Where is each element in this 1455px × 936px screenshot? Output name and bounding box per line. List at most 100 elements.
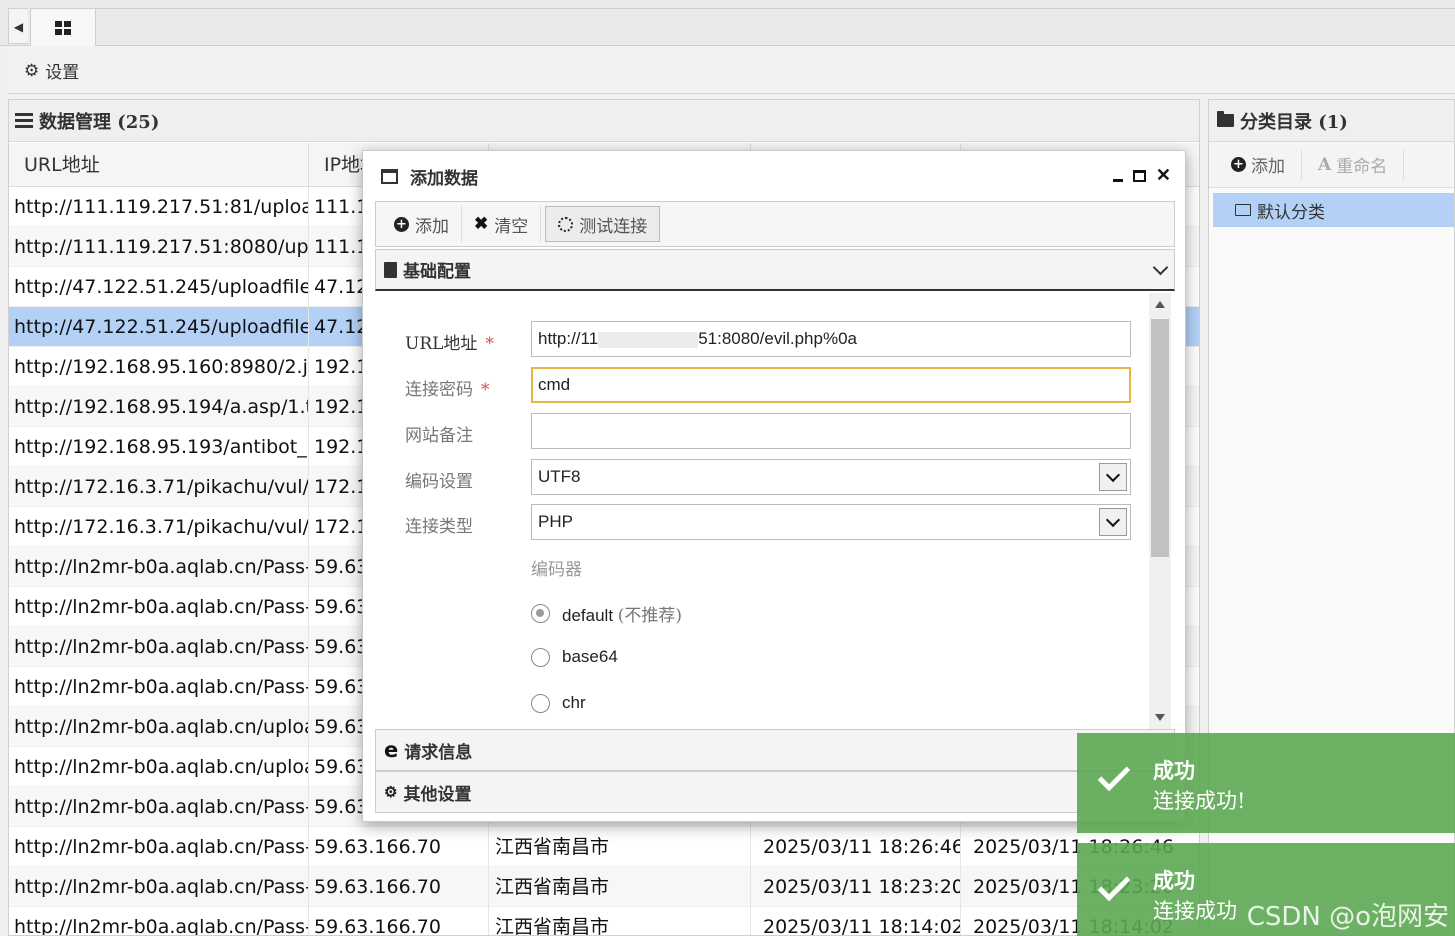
section-other-label: 其他设置 bbox=[403, 784, 472, 805]
column-header-url[interactable]: URL地址 bbox=[9, 143, 309, 187]
plus-circle-icon: + bbox=[1231, 157, 1246, 172]
cell-url: http://ln2mr-b0a.aqlab.cn/upload/ bbox=[9, 707, 309, 747]
add-category-button[interactable]: + 添加 bbox=[1231, 149, 1302, 180]
cell-address: 江西省南昌市 bbox=[489, 867, 751, 907]
chevron-down-icon[interactable] bbox=[1099, 463, 1127, 491]
close-icon[interactable]: ✕ bbox=[1156, 165, 1171, 186]
cell-created: 2025/03/11 18:23:20 bbox=[751, 867, 961, 907]
category-toolbar: + 添加 A 重命名 bbox=[1209, 142, 1454, 188]
tab-bar: ◀ bbox=[0, 0, 1455, 46]
caret-left-icon[interactable]: ◀ bbox=[8, 8, 28, 44]
gear-icon: ⚙ bbox=[24, 60, 40, 81]
note-label: 网站备注 bbox=[405, 426, 473, 446]
toast-success[interactable]: 成功 连接成功 CSDN @o泡网安 bbox=[1077, 843, 1455, 936]
dialog-toolbar: + 添加 ✖ 清空 测试连接 bbox=[375, 201, 1175, 247]
password-row: 连接密码 * cmd bbox=[375, 367, 1163, 405]
cell-url: http://ln2mr-b0a.aqlab.cn/Pass-01 bbox=[9, 587, 309, 627]
home-tab[interactable] bbox=[30, 8, 96, 46]
toast-message: 连接成功 bbox=[1153, 899, 1237, 923]
scroll-up-icon[interactable] bbox=[1155, 301, 1165, 308]
font-icon: A bbox=[1318, 154, 1332, 175]
url-field[interactable]: http://11 51:8080/evil.php%0a bbox=[531, 321, 1131, 357]
cell-address: 江西省南昌市 bbox=[489, 827, 751, 867]
url-label: URL地址 * bbox=[405, 334, 494, 354]
internet-explorer-icon: e bbox=[384, 738, 399, 762]
check-icon bbox=[1097, 868, 1131, 902]
section-request-info[interactable]: e 请求信息 bbox=[375, 729, 1175, 771]
add-data-dialog: 添加数据 ✕ + 添加 ✖ 清空 测试连接 基础配置 URL地址 * http:/… bbox=[362, 150, 1186, 822]
cell-url: http://ln2mr-b0a.aqlab.cn/Pass-01 bbox=[9, 627, 309, 667]
folder-icon bbox=[1217, 111, 1234, 127]
check-icon bbox=[1097, 758, 1131, 792]
settings-label: 设置 bbox=[45, 63, 80, 83]
encoding-select[interactable]: UTF8 bbox=[531, 459, 1131, 495]
dialog-titlebar[interactable]: 添加数据 ✕ bbox=[363, 151, 1185, 201]
tab-strip bbox=[96, 8, 1455, 46]
category-title: 分类目录 (1) bbox=[1240, 111, 1348, 133]
encoding-row: 编码设置 UTF8 bbox=[375, 459, 1163, 497]
table-row[interactable]: http://ln2mr-b0a.aqlab.cn/Pass-08 59.63.1… bbox=[9, 867, 1199, 907]
test-connection-button[interactable]: 测试连接 bbox=[545, 206, 661, 242]
section-basic-config[interactable]: 基础配置 bbox=[375, 249, 1175, 291]
encoder-base64-radio[interactable]: base64 bbox=[531, 647, 618, 667]
add-label: 添加 bbox=[415, 216, 449, 237]
cell-created: 2025/03/11 18:14:02 bbox=[751, 907, 961, 935]
type-value: PHP bbox=[538, 512, 573, 531]
cell-url: http://ln2mr-b0a.aqlab.cn/Pass-10 bbox=[9, 787, 309, 827]
radio-icon bbox=[531, 647, 550, 667]
category-header: 分类目录 (1) bbox=[1209, 100, 1454, 142]
cell-url: http://ln2mr-b0a.aqlab.cn/upload/ bbox=[9, 747, 309, 787]
form-scrollbar[interactable] bbox=[1149, 293, 1171, 729]
chevron-down-icon[interactable] bbox=[1099, 508, 1127, 536]
cell-ip: 59.63.166.70 bbox=[309, 867, 489, 907]
cell-url: http://47.122.51.245/uploadfiles/c bbox=[9, 267, 309, 307]
folder-open-icon bbox=[1235, 204, 1251, 216]
cell-url: http://111.119.217.51:81/uploadfiles bbox=[9, 187, 309, 227]
cell-url: http://172.16.3.71/pikachu/vul/file bbox=[9, 467, 309, 507]
toast-success[interactable]: 成功 连接成功! bbox=[1077, 733, 1455, 833]
clear-button[interactable]: ✖ 清空 bbox=[462, 206, 542, 242]
times-icon: ✖ bbox=[474, 214, 489, 234]
window-controls: ✕ bbox=[1112, 165, 1171, 186]
cell-url: http://47.122.51.245/uploadfiles/c bbox=[9, 307, 309, 347]
watermark: CSDN @o泡网安 bbox=[1246, 902, 1449, 932]
cell-url: http://192.168.95.193/antibot_image bbox=[9, 427, 309, 467]
toast-title: 成功 bbox=[1153, 868, 1195, 893]
encoding-value: UTF8 bbox=[538, 467, 581, 486]
note-field[interactable] bbox=[531, 413, 1131, 449]
table-row[interactable]: http://ln2mr-b0a.aqlab.cn/Pass-07 59.63.1… bbox=[9, 907, 1199, 935]
file-text-icon bbox=[384, 261, 397, 278]
type-select[interactable]: PHP bbox=[531, 504, 1131, 540]
clear-label: 清空 bbox=[494, 216, 529, 237]
add-button[interactable]: + 添加 bbox=[382, 206, 462, 242]
section-other-settings[interactable]: ⚙ 其他设置 bbox=[375, 771, 1175, 813]
section-basic-label: 基础配置 bbox=[403, 262, 471, 282]
settings-button[interactable]: ⚙ 设置 bbox=[24, 58, 80, 84]
table-row[interactable]: http://ln2mr-b0a.aqlab.cn/Pass-09 59.63.1… bbox=[9, 827, 1199, 867]
rename-category-label: 重命名 bbox=[1336, 157, 1388, 177]
plus-circle-icon: + bbox=[394, 216, 409, 232]
encoder-default-label: default bbox=[562, 606, 614, 625]
section-request-label: 请求信息 bbox=[404, 742, 473, 763]
scroll-thumb[interactable] bbox=[1151, 319, 1169, 557]
scroll-down-icon[interactable] bbox=[1155, 714, 1165, 721]
password-label: 连接密码 * bbox=[405, 380, 490, 400]
panel-header: 数据管理 (25) bbox=[9, 100, 1199, 142]
cell-ip: 59.63.166.70 bbox=[309, 827, 489, 867]
cell-ip: 59.63.166.70 bbox=[309, 907, 489, 935]
category-item-default[interactable]: 默认分类 bbox=[1213, 193, 1454, 227]
basic-config-form: URL地址 * http://11 51:8080/evil.php%0a 连接密码… bbox=[375, 293, 1163, 729]
cell-url: http://ln2mr-b0a.aqlab.cn/Pass-19 bbox=[9, 547, 309, 587]
list-icon bbox=[15, 113, 33, 128]
url-row: URL地址 * http://11 51:8080/evil.php%0a bbox=[375, 321, 1163, 359]
encoding-label: 编码设置 bbox=[405, 472, 473, 492]
encoder-chr-label: chr bbox=[562, 693, 586, 712]
encoder-default-radio[interactable]: default (不推荐) bbox=[531, 601, 682, 626]
category-item-label: 默认分类 bbox=[1257, 202, 1325, 223]
encoder-base64-label: base64 bbox=[562, 647, 618, 666]
minimize-icon[interactable] bbox=[1112, 179, 1123, 182]
password-field[interactable]: cmd bbox=[531, 367, 1131, 403]
rename-category-button[interactable]: A 重命名 bbox=[1318, 149, 1405, 180]
maximize-icon[interactable] bbox=[1132, 169, 1146, 182]
encoder-chr-radio[interactable]: chr bbox=[531, 693, 586, 713]
